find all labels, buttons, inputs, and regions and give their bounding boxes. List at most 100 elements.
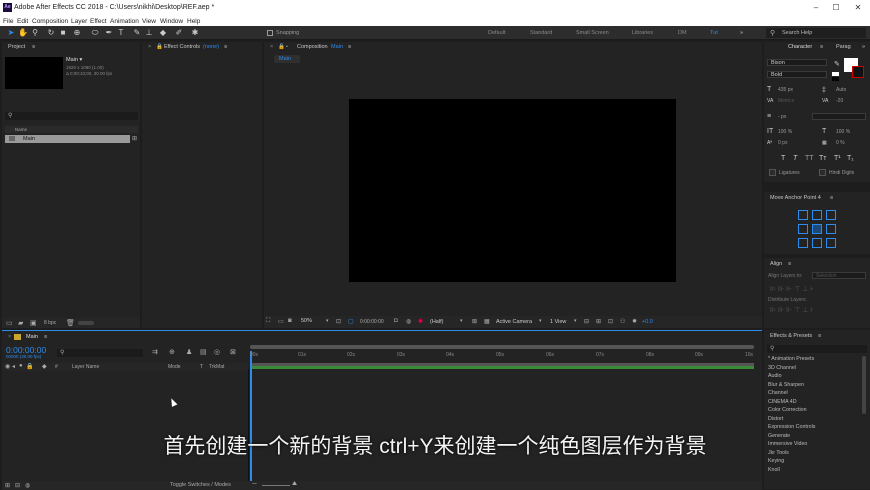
show-snapshot-icon[interactable]: ◍	[406, 318, 411, 325]
project-tab[interactable]: Project	[8, 44, 25, 50]
effects-search-input[interactable]: ⚲	[767, 345, 867, 353]
subscript-button[interactable]: T₁	[847, 155, 854, 162]
search-help-box[interactable]: ⚲ Search Help	[766, 28, 866, 38]
region-of-interest-icon[interactable]: ▢	[348, 318, 354, 325]
new-comp-icon[interactable]: ▣	[30, 319, 37, 327]
effects-item[interactable]: Color Correction	[768, 407, 807, 413]
composition-sub-tab[interactable]: Main	[274, 55, 300, 63]
composition-timecode[interactable]: 0:00:00:00	[360, 319, 384, 325]
anchor-menu-icon[interactable]: ≡	[830, 195, 833, 201]
zoom-dropdown[interactable]: 50%	[301, 318, 312, 324]
anchor-bottom-right-button[interactable]	[826, 238, 836, 248]
white-swatch[interactable]	[832, 72, 839, 76]
work-area-navigator[interactable]	[250, 345, 754, 349]
stroke-width-value[interactable]: - px	[778, 114, 786, 120]
effect-controls-lock-icon[interactable]: 🔒	[156, 44, 163, 50]
zoom-out-icon[interactable]: ⏤	[252, 481, 257, 488]
layer-name-col[interactable]: Layer Name	[72, 364, 99, 370]
resolution-chevron-down-icon[interactable]: ▾	[460, 318, 463, 324]
composition-close-icon[interactable]: ×	[270, 44, 273, 50]
composition-lock-icon[interactable]: 🔒	[278, 44, 285, 50]
3d-draft-icon[interactable]: ⊞	[596, 318, 601, 325]
menu-effect[interactable]: Effect	[90, 18, 107, 25]
comp-mini-flowchart-icon[interactable]: ⇉	[152, 348, 158, 356]
workspace-libraries[interactable]: Libraries	[632, 30, 653, 36]
minimize-button[interactable]: –	[808, 3, 824, 13]
interpret-footage-icon[interactable]: ▭	[6, 319, 13, 327]
project-menu-icon[interactable]: ≡	[32, 44, 35, 50]
effect-controls-close-icon[interactable]: ×	[148, 44, 151, 50]
trkmat-col[interactable]: TrkMat	[209, 364, 224, 370]
anchor-bottom-button[interactable]	[812, 238, 822, 248]
solo-toggle-icon[interactable]: ●	[19, 363, 23, 369]
flowchart-icon[interactable]: ⊞	[132, 135, 137, 142]
camera-tool-icon[interactable]: ■	[58, 28, 68, 38]
draft-3d-icon[interactable]: ⊕	[169, 348, 175, 356]
anchor-center-button[interactable]	[812, 224, 822, 234]
eraser-tool-icon[interactable]: ◆	[158, 28, 168, 38]
zoom-tool-icon[interactable]: ⚲	[30, 28, 40, 38]
ellipse-tool-icon[interactable]: ⬭	[90, 28, 100, 38]
menu-layer[interactable]: Layer	[71, 18, 87, 25]
flowchart-view-icon[interactable]: ⚇	[620, 318, 625, 325]
shy-layers-icon[interactable]: ♟	[186, 348, 192, 356]
workspace-small-screen[interactable]: Small Screen	[576, 30, 609, 36]
zoom-slider[interactable]	[262, 485, 290, 486]
effects-item[interactable]: Audio	[768, 373, 782, 379]
composition-tab[interactable]: Composition	[297, 44, 328, 50]
small-caps-button[interactable]: Tт	[819, 155, 826, 162]
horizontal-scale-value[interactable]: 100 %	[836, 129, 850, 135]
exposure-value[interactable]: +0.0	[642, 319, 653, 325]
composition-canvas[interactable]	[349, 99, 676, 282]
menu-composition[interactable]: Composition	[32, 18, 68, 25]
pen-tool-icon[interactable]: ✒	[104, 28, 114, 38]
expand-transfer-icon[interactable]: ⊟	[15, 482, 20, 489]
pan-behind-tool-icon[interactable]: ⊕	[72, 28, 82, 38]
eyedropper-icon[interactable]: ✎	[834, 60, 840, 68]
effects-item[interactable]: * Animation Presets	[768, 356, 814, 362]
maximize-button[interactable]: ☐	[828, 3, 844, 13]
effect-controls-tab[interactable]: Effect Controls	[164, 44, 200, 50]
leading-value[interactable]: Auto	[836, 87, 846, 93]
menu-help[interactable]: Help	[187, 18, 200, 25]
superscript-button[interactable]: T¹	[834, 155, 841, 162]
zoom-in-icon[interactable]: ⛰	[292, 481, 297, 488]
ligatures-checkbox[interactable]	[769, 169, 776, 176]
expand-layer-switches-icon[interactable]: ⊞	[5, 482, 10, 489]
effects-item[interactable]: Distort	[768, 416, 783, 422]
toggle-pixel-aspect-icon[interactable]: ⊟	[584, 318, 589, 325]
clone-stamp-tool-icon[interactable]: ⊥	[144, 28, 154, 38]
anchor-top-left-button[interactable]	[798, 210, 808, 220]
channel-icon[interactable]: ✱	[418, 318, 423, 325]
exposure-icon[interactable]: ✹	[632, 318, 637, 325]
menu-animation[interactable]: Animation	[110, 18, 139, 25]
panel-overflow-icon[interactable]: »	[862, 44, 865, 50]
baseline-shift-value[interactable]: 0 px	[778, 140, 787, 146]
font-family-dropdown[interactable]: Bison	[767, 59, 827, 66]
snapshot-camera-icon[interactable]: ◘	[394, 318, 398, 324]
lock-toggle-icon[interactable]: 🔒	[26, 363, 33, 370]
type-tool-icon[interactable]: T	[116, 28, 126, 38]
character-tab[interactable]: Character	[788, 44, 812, 50]
workspace-standard[interactable]: Standard	[530, 30, 552, 36]
menu-file[interactable]: File	[3, 18, 13, 25]
hand-tool-icon[interactable]: ✋	[18, 28, 28, 38]
anchor-right-button[interactable]	[826, 224, 836, 234]
vertical-scale-value[interactable]: 100 %	[778, 129, 792, 135]
timeline-tab[interactable]: Main	[26, 334, 38, 340]
workspace-default[interactable]: Default	[488, 30, 505, 36]
workspace-overflow-icon[interactable]: »	[740, 30, 743, 36]
hindi-digits-checkbox[interactable]	[819, 169, 826, 176]
font-size-value[interactable]: 435 px	[778, 87, 793, 93]
anchor-top-right-button[interactable]	[826, 210, 836, 220]
motion-blur-icon[interactable]: ◎	[214, 348, 220, 356]
align-menu-icon[interactable]: ≡	[788, 261, 791, 267]
align-to-dropdown[interactable]: Selection	[812, 272, 866, 279]
rotate-tool-icon[interactable]: ↻	[46, 28, 56, 38]
video-toggle-icon[interactable]: ◉	[5, 363, 10, 370]
selection-tool-icon[interactable]: ➤	[6, 28, 16, 38]
timeline-menu-icon[interactable]: ≡	[44, 334, 47, 340]
effects-scrollbar[interactable]	[862, 356, 866, 414]
project-search-input[interactable]: ⚲	[5, 112, 138, 120]
thumbnail-size-slider[interactable]	[78, 321, 94, 325]
